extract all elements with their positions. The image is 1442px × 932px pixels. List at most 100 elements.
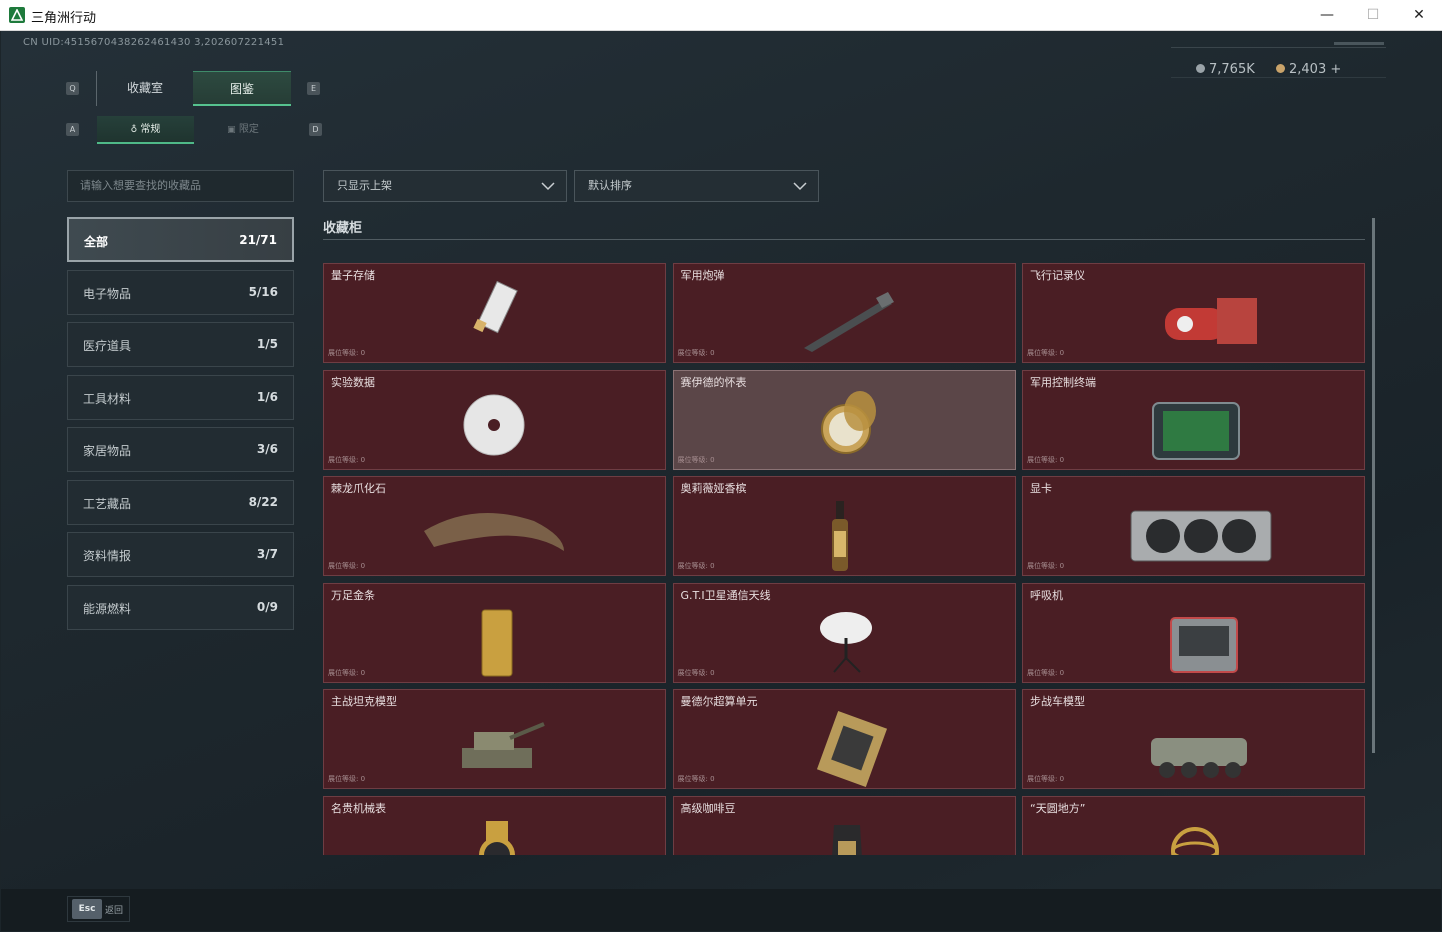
disc-icon: [463, 394, 525, 455]
listing-filter-value: 只显示上架: [337, 179, 392, 192]
collection-card[interactable]: 量子存储展位等级: 0: [323, 263, 666, 363]
flight-recorder-icon: [1165, 298, 1257, 344]
collection-card[interactable]: 棘龙爪化石 展位等级: 0: [323, 476, 666, 576]
collection-card[interactable]: 万足金条展位等级: 0: [323, 582, 666, 683]
item-name: 量子存储: [331, 269, 375, 282]
category-item[interactable]: 工具材料 1/6: [67, 374, 294, 420]
category-count: 3/6: [256, 442, 278, 456]
item-name: 实验数据: [331, 375, 375, 389]
tab-collection[interactable]: 收藏室: [96, 71, 193, 106]
item-name: 飞行记录仪: [1030, 269, 1085, 282]
limited-icon: ▣: [227, 125, 236, 135]
category-item[interactable]: 工艺藏品 8/22: [67, 479, 294, 525]
listing-filter-dropdown[interactable]: 只显示上架: [323, 170, 567, 202]
sort-dropdown[interactable]: 默认排序: [574, 170, 819, 202]
category-count: 8/22: [248, 494, 278, 509]
item-name: 曼德尔超算单元: [680, 695, 758, 708]
collection-card[interactable]: “天圆地方”: [1022, 795, 1365, 855]
collection-card[interactable]: 曼德尔超算单元展位等级: 0: [672, 689, 1016, 789]
pocket-watch-icon: [820, 390, 876, 454]
close-button[interactable]: ✕: [1396, 0, 1442, 30]
compute-unit-icon: [816, 710, 887, 788]
key-hint-d: D: [309, 123, 322, 136]
key-hint-q: Q: [66, 82, 79, 95]
item-level: 展位等级: 0: [328, 349, 366, 357]
item-level: 展位等级: 0: [328, 668, 366, 677]
back-label[interactable]: 返回: [105, 903, 123, 916]
category-label: 全部: [84, 235, 109, 249]
item-name: 步战车模型: [1030, 695, 1085, 708]
category-label: 电子物品: [83, 286, 132, 301]
item-level: 展位等级: 0: [1027, 455, 1065, 464]
claw-fossil-icon: [424, 513, 564, 551]
category-label: 工艺藏品: [83, 496, 132, 511]
category-label: 资料情报: [83, 549, 132, 563]
category-item[interactable]: 医疗道具 1/5: [67, 322, 294, 367]
category-count: 21/71: [239, 233, 277, 247]
esc-key-hint[interactable]: Esc: [72, 899, 102, 919]
item-name: 奥莉薇娅香槟: [680, 482, 747, 495]
item-level: 展位等级: 0: [677, 455, 715, 464]
wristwatch-icon: [479, 820, 515, 855]
bottom-bar: [1, 889, 1441, 931]
item-level: 展位等级: 0: [328, 455, 366, 464]
usb-drive-icon: [473, 280, 518, 334]
category-item[interactable]: 电子物品 5/16: [67, 269, 294, 315]
category-item[interactable]: 全部 21/71: [67, 217, 294, 262]
grid-scrollbar[interactable]: [1372, 218, 1375, 753]
category-item[interactable]: 资料情报 3/7: [67, 532, 294, 577]
collection-card[interactable]: 显卡 展位等级: 0: [1022, 476, 1365, 576]
control-terminal-icon: [1152, 401, 1240, 460]
item-level: 展位等级: 0: [1027, 562, 1065, 570]
category-count: 1/5: [256, 337, 278, 351]
collection-card[interactable]: 呼吸机 展位等级: 0: [1022, 582, 1365, 683]
category-item[interactable]: 家居物品 3/6: [67, 427, 294, 472]
item-level: 展位等级: 0: [677, 668, 715, 677]
collection-card[interactable]: 主战坦克模型 展位等级: 0: [323, 689, 666, 789]
item-level: 展位等级: 0: [1027, 775, 1065, 783]
maximize-button[interactable]: ☐: [1350, 0, 1396, 30]
item-level: 展位等级: 0: [1027, 668, 1065, 677]
silver-coin-icon: [1196, 64, 1205, 73]
armillary-icon: [1171, 826, 1219, 855]
header-divider: [1171, 47, 1386, 48]
collection-card[interactable]: 名贵机械表: [323, 795, 666, 855]
collection-card[interactable]: 实验数据展位等级: 0: [323, 369, 666, 470]
satellite-dish-icon: [819, 611, 872, 673]
category-label: 家居物品: [83, 444, 132, 458]
gold-coin-icon: [1276, 64, 1285, 73]
category-label: 医疗道具: [83, 339, 132, 353]
item-name: 主战坦克模型: [331, 695, 397, 708]
item-name: 万足金条: [331, 588, 375, 602]
tab-atlas[interactable]: 图鉴: [193, 71, 291, 106]
currency-coupon-value: 2,403 +: [1289, 62, 1342, 77]
item-level: 展位等级: 0: [677, 775, 715, 783]
collection-card[interactable]: 飞行记录仪 展位等级: 0: [1022, 263, 1365, 363]
chevron-down-icon: [793, 182, 807, 191]
header-decoration: [1334, 42, 1384, 45]
collection-card[interactable]: 高级咖啡豆: [672, 795, 1016, 855]
game-screen: CN UID:4515670438262461430 3,20260722145…: [1, 31, 1441, 931]
category-item[interactable]: 能源燃料 0/9: [67, 584, 294, 630]
category-label: 能源燃料: [83, 601, 132, 616]
collection-card[interactable]: 步战车模型展位等级: 0: [1022, 689, 1365, 789]
subtab-normal-label: 常规: [140, 124, 161, 135]
minimize-button[interactable]: —: [1304, 0, 1350, 30]
collection-search-input[interactable]: 请输入想要查找的收藏品: [67, 170, 294, 202]
currency-koen[interactable]: 7,765K: [1196, 62, 1255, 77]
key-hint-a: A: [66, 123, 79, 136]
subtab-limited[interactable]: ▣ 限定: [194, 116, 292, 144]
currency-coupon[interactable]: 2,403 +: [1276, 62, 1341, 77]
category-count: 3/7: [256, 547, 278, 561]
collection-card[interactable]: 奥莉薇娅香槟 展位等级: 0: [672, 476, 1016, 576]
collection-card[interactable]: G.T.I卫星通信天线 展位等级: 0: [672, 582, 1016, 683]
item-level: 展位等级: 0: [328, 562, 366, 570]
subtab-limited-label: 限定: [238, 124, 259, 135]
subtab-normal[interactable]: ♁ 常规: [97, 116, 194, 144]
collection-card[interactable]: 军用炮弹 展位等级: 0: [672, 263, 1016, 363]
window-title: 三角洲行动: [31, 11, 97, 26]
category-count: 5/16: [248, 284, 278, 299]
ifv-model-icon: [1151, 738, 1247, 778]
collection-card[interactable]: 赛伊德的怀表 展位等级: 0: [672, 369, 1016, 470]
collection-card[interactable]: 军用控制终端 展位等级: 0: [1022, 369, 1365, 470]
